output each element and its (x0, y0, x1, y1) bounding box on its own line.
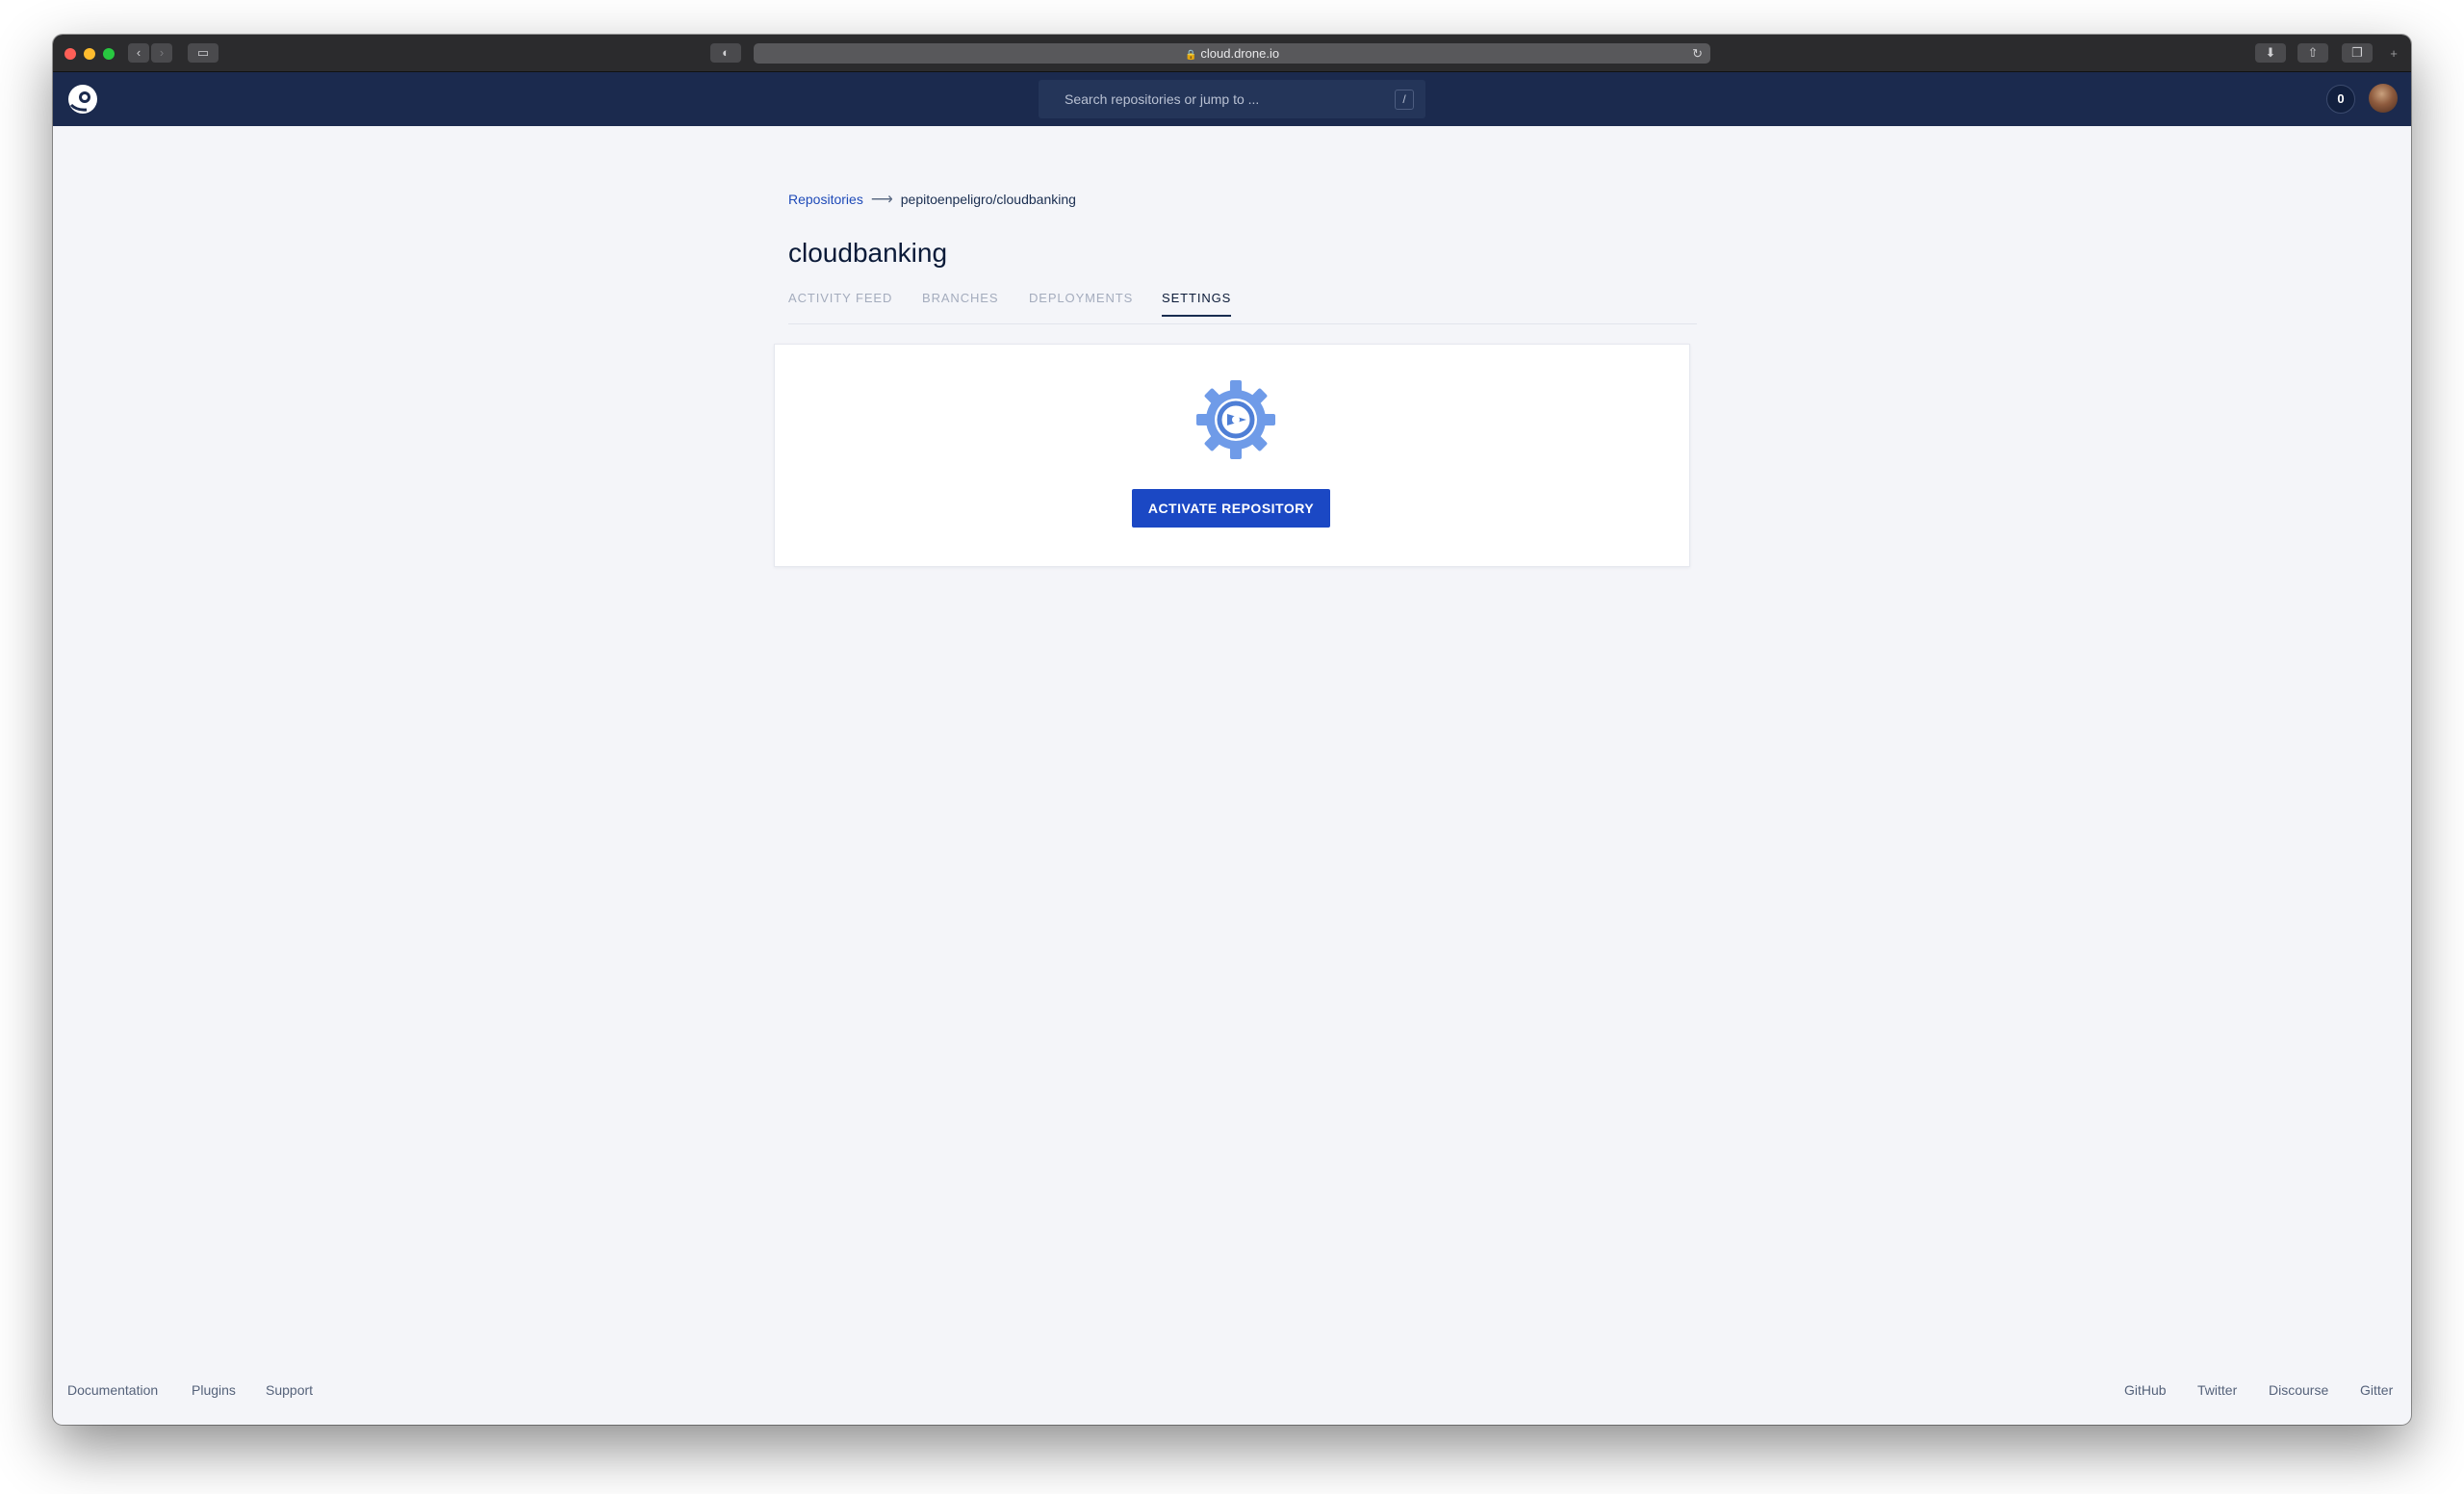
app-header: Search repositories or jump to ... / 0 (53, 72, 2411, 126)
activate-repository-button[interactable]: ACTIVATE REPOSITORY (1132, 489, 1330, 528)
tab-settings[interactable]: SETTINGS (1162, 288, 1232, 317)
gear-icon (1196, 380, 1275, 459)
footer-link-plugins[interactable]: Plugins (192, 1382, 236, 1398)
zoom-window-button[interactable] (103, 48, 115, 60)
page-footer: Documentation Plugins Support GitHub Twi… (53, 1382, 2411, 1405)
privacy-shield-icon[interactable]: ◐ (710, 43, 741, 63)
lock-icon: 🔒 (1184, 50, 1197, 61)
footer-link-documentation[interactable]: Documentation (67, 1382, 158, 1398)
downloads-icon[interactable]: ⬇ (2255, 43, 2286, 63)
sidebar-toggle-icon[interactable]: ▭ (188, 43, 218, 63)
address-bar[interactable]: 🔒 cloud.drone.io ↻ (754, 43, 1710, 64)
reload-icon[interactable]: ↻ (1692, 43, 1703, 64)
footer-link-twitter[interactable]: Twitter (2197, 1382, 2237, 1398)
drone-logo-icon[interactable] (67, 84, 98, 115)
page-title: cloudbanking (788, 238, 948, 268)
tab-branches[interactable]: BRANCHES (922, 288, 998, 315)
breadcrumb-repositories-link[interactable]: Repositories (788, 192, 863, 207)
forward-icon[interactable]: › (151, 43, 172, 63)
minimize-window-button[interactable] (84, 48, 95, 60)
browser-toolbar: ‹ › ▭ ◐ 🔒 cloud.drone.io ↻ ⬇ ⇧ ❐ + (53, 35, 2411, 72)
footer-link-support[interactable]: Support (266, 1382, 313, 1398)
tabs-overview-icon[interactable]: ❐ (2342, 43, 2373, 63)
new-tab-icon[interactable]: + (2384, 44, 2403, 64)
search-shortcut-key: / (1395, 90, 1414, 110)
address-url: cloud.drone.io (1200, 46, 1280, 61)
back-icon[interactable]: ‹ (128, 43, 149, 63)
activation-card: ACTIVATE REPOSITORY (774, 344, 1690, 567)
footer-link-discourse[interactable]: Discourse (2269, 1382, 2328, 1398)
tab-activity-feed[interactable]: ACTIVITY FEED (788, 288, 892, 315)
share-icon[interactable]: ⇧ (2297, 43, 2328, 63)
arrow-right-icon: ⟶ (870, 192, 893, 208)
breadcrumb-current: pepitoenpeligro/cloudbanking (900, 192, 1076, 207)
footer-link-gitter[interactable]: Gitter (2360, 1382, 2393, 1398)
search-input[interactable]: Search repositories or jump to ... / (1039, 80, 1425, 118)
tab-deployments[interactable]: DEPLOYMENTS (1029, 288, 1133, 315)
repo-tabs: ACTIVITY FEED BRANCHES DEPLOYMENTS SETTI… (788, 288, 1697, 324)
close-window-button[interactable] (64, 48, 76, 60)
browser-window: ‹ › ▭ ◐ 🔒 cloud.drone.io ↻ ⬇ ⇧ ❐ + Search… (53, 35, 2411, 1425)
notification-count-badge[interactable]: 0 (2326, 85, 2355, 114)
breadcrumb: Repositories ⟶ pepitoenpeligro/cloudbankin… (788, 190, 1076, 209)
search-placeholder: Search repositories or jump to ... (1065, 91, 1260, 107)
footer-link-github[interactable]: GitHub (2124, 1382, 2167, 1398)
avatar[interactable] (2369, 84, 2398, 113)
